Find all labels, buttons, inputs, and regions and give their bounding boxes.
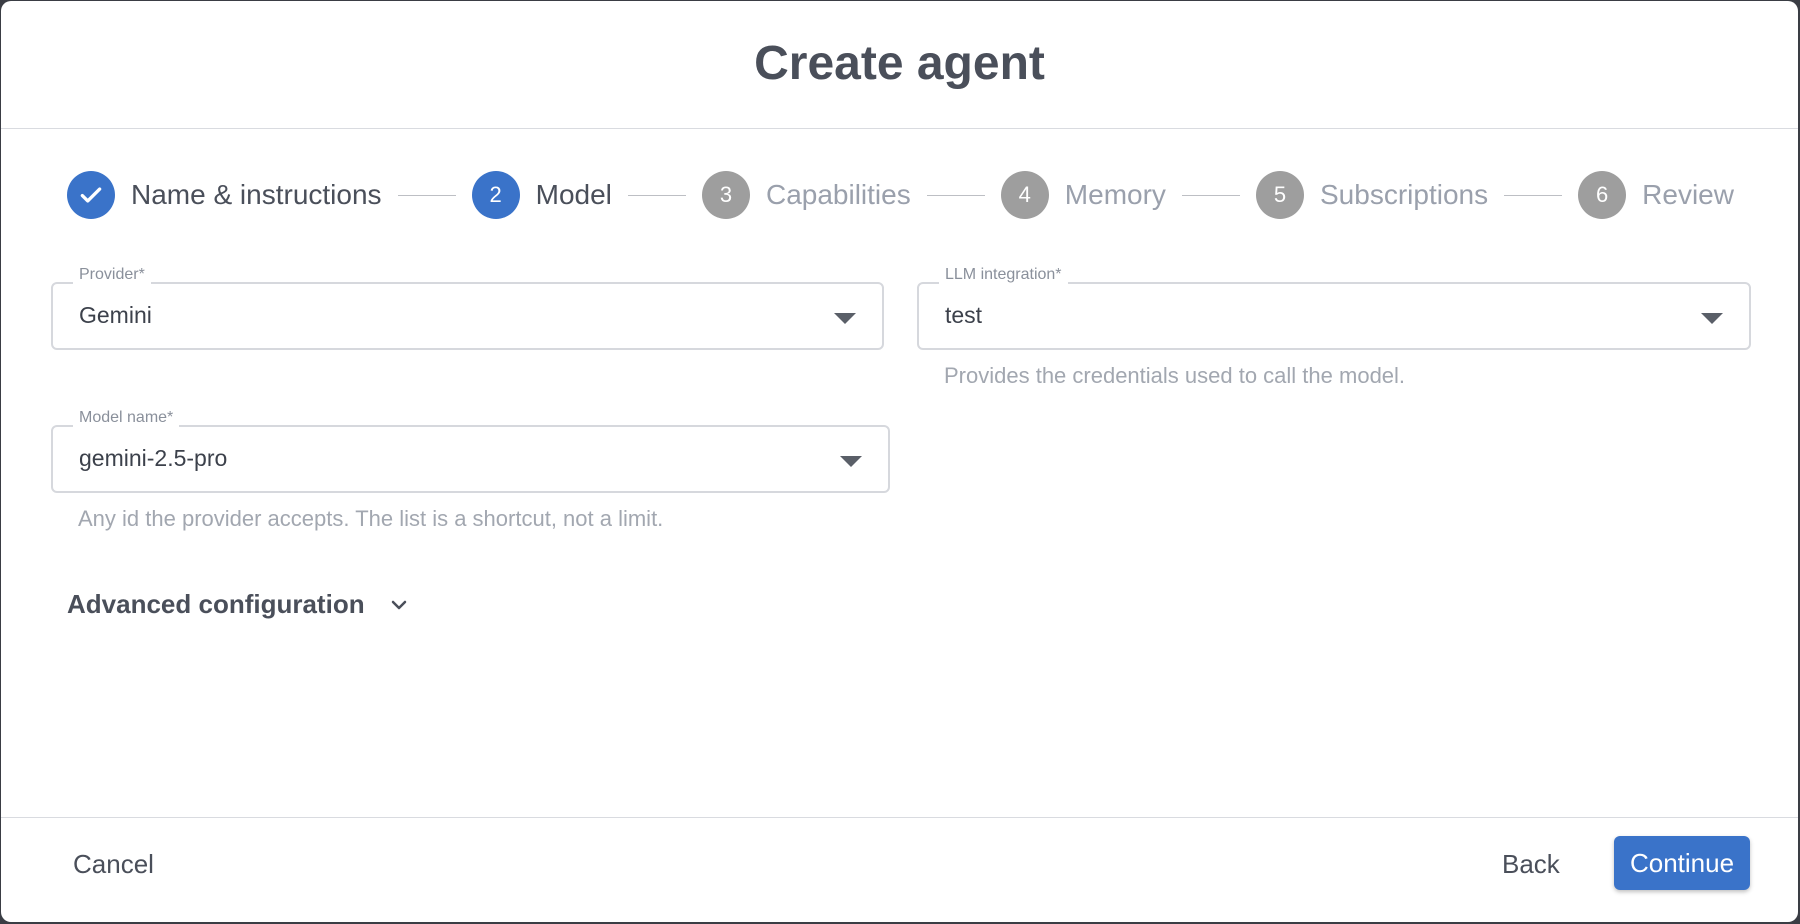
dropdown-arrow-icon <box>834 313 856 324</box>
step-number: 2 <box>471 171 520 219</box>
step-capabilities[interactable]: 3 Capabilities <box>701 171 911 219</box>
step-connector <box>1504 194 1563 196</box>
step-label: Review <box>1642 179 1734 210</box>
step-connector <box>397 194 456 196</box>
create-agent-dialog: Create agent Name & instructions 2 Model… <box>1 1 1798 922</box>
continue-button[interactable]: Continue <box>1614 836 1750 890</box>
step-label: Name & instructions <box>131 179 382 210</box>
step-name-instructions[interactable]: Name & instructions <box>67 171 382 219</box>
stepper: Name & instructions 2 Model 3 Capabiliti… <box>67 171 1734 219</box>
llm-integration-helper: Provides the credentials used to call th… <box>944 363 1406 388</box>
step-connector <box>1181 194 1240 196</box>
model-name-value: gemini-2.5-pro <box>79 445 228 471</box>
step-memory[interactable]: 4 Memory <box>1000 171 1166 219</box>
step-connector <box>627 194 686 196</box>
llm-integration-value: test <box>945 302 983 328</box>
provider-value: Gemini <box>79 302 152 328</box>
step-label: Model <box>535 179 612 210</box>
dialog-title: Create agent <box>754 37 1045 90</box>
model-name-helper: Any id the provider accepts. The list is… <box>78 506 664 531</box>
provider-label: Provider* <box>73 266 151 284</box>
advanced-configuration-label: Advanced configuration <box>67 589 365 619</box>
advanced-configuration-toggle[interactable]: Advanced configuration <box>67 589 409 620</box>
cancel-button[interactable]: Cancel <box>73 849 154 880</box>
step-label: Subscriptions <box>1320 179 1489 210</box>
step-subscriptions[interactable]: 5 Subscriptions <box>1256 171 1488 219</box>
step-number: 5 <box>1256 171 1304 219</box>
step-number: 4 <box>1000 171 1049 219</box>
step-label: Capabilities <box>765 179 911 210</box>
model-name-label: Model name* <box>73 409 180 427</box>
provider-select[interactable]: Provider* Gemini <box>51 266 884 350</box>
step-connector <box>926 194 985 196</box>
back-button[interactable]: Back <box>1502 849 1560 880</box>
dropdown-arrow-icon <box>840 456 862 467</box>
step-label: Memory <box>1064 179 1166 210</box>
step-review[interactable]: 6 Review <box>1578 171 1734 219</box>
step-model[interactable]: 2 Model <box>471 171 612 219</box>
llm-integration-select[interactable]: LLM integration* test <box>917 266 1751 350</box>
dropdown-arrow-icon <box>1701 313 1723 324</box>
dialog-header: Create agent <box>1 1 1798 129</box>
step-number: 3 <box>701 171 750 219</box>
llm-integration-label: LLM integration* <box>939 266 1068 284</box>
dialog-footer: Cancel Back Continue <box>1 817 1798 922</box>
chevron-down-icon <box>389 595 409 615</box>
step-number: 6 <box>1578 171 1627 219</box>
check-icon <box>67 171 115 219</box>
model-name-select[interactable]: Model name* gemini-2.5-pro <box>51 409 890 493</box>
